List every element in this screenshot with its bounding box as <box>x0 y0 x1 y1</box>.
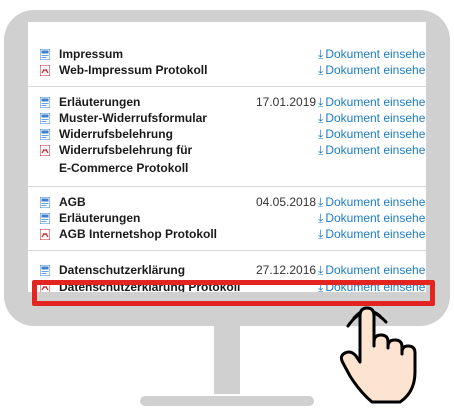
document-title-line2: E-Commerce Protokoll <box>59 161 189 175</box>
view-document-link[interactable]: ⤓ Dokument einsehen <box>318 94 426 111</box>
view-document-link[interactable]: ⤓ Dokument einsehen <box>318 226 426 243</box>
document-title: Web-Impressum Protokoll <box>59 63 208 77</box>
list-item: Impressum ⤓ Dokument einsehen <box>28 46 426 63</box>
document-title: Datenschutzerklärung <box>59 263 186 277</box>
pdf-icon <box>40 65 50 76</box>
pdf-icon <box>40 229 50 240</box>
view-document-link[interactable]: ⤓ Dokument einsehen <box>318 110 426 127</box>
document-title: Erläuterungen <box>59 211 141 225</box>
download-icon: ⤓ <box>318 111 324 125</box>
download-icon: ⤓ <box>318 211 324 225</box>
download-icon: ⤓ <box>318 127 324 141</box>
document-date: 17.01.2019 <box>256 95 317 109</box>
list-item: Widerrufsbelehrung für ⤓ Dokument einsehe… <box>28 142 426 159</box>
list-item: AGB 04.05.2018 ⤓ Dokument einsehen <box>28 194 426 211</box>
view-document-link[interactable]: ⤓ Dokument einsehen <box>318 210 426 227</box>
list-item: Muster-Widerrufsformular ⤓ Dokument einse… <box>28 110 426 127</box>
pdf-icon <box>40 145 50 156</box>
list-item: Datenschutzerklärung 27.12.2016 ⤓ Dokumen… <box>28 262 426 279</box>
web-doc-icon <box>40 97 50 108</box>
pointing-hand-icon <box>338 302 420 406</box>
view-document-link[interactable]: ⤓ Dokument einsehen <box>318 194 426 211</box>
document-date: 04.05.2018 <box>256 195 317 209</box>
list-item: Widerrufsbelehrung ⤓ Dokument einsehen <box>28 126 426 143</box>
download-icon: ⤓ <box>318 95 324 109</box>
document-title: AGB Internetshop Protokoll <box>59 227 218 241</box>
view-document-link[interactable]: ⤓ Dokument einsehen <box>318 142 426 159</box>
download-icon: ⤓ <box>318 47 324 61</box>
document-title: Widerrufsbelehrung <box>59 127 173 141</box>
web-doc-icon <box>40 113 50 124</box>
web-doc-icon <box>40 213 50 224</box>
document-title: Impressum <box>59 47 124 61</box>
download-icon: ⤓ <box>318 195 324 209</box>
view-document-link[interactable]: ⤓ Dokument einsehen <box>318 46 426 63</box>
document-list: Impressum ⤓ Dokument einsehen Web-Impress… <box>28 22 426 292</box>
document-title: AGB <box>59 195 86 209</box>
document-date: 27.12.2016 <box>256 263 317 277</box>
document-title: Widerrufsbelehrung für <box>59 143 193 157</box>
list-item: Erläuterungen ⤓ Dokument einsehen <box>28 210 426 227</box>
download-icon: ⤓ <box>318 227 324 241</box>
web-doc-icon <box>40 265 50 276</box>
list-item: Erläuterungen 17.01.2019 ⤓ Dokument einse… <box>28 94 426 111</box>
download-icon: ⤓ <box>318 63 324 77</box>
list-item: AGB Internetshop Protokoll ⤓ Dokument ein… <box>28 226 426 243</box>
document-title: Erläuterungen <box>59 95 141 109</box>
download-icon: ⤓ <box>318 263 324 277</box>
view-document-link[interactable]: ⤓ Dokument einsehen <box>318 262 426 279</box>
web-doc-icon <box>40 197 50 208</box>
separator <box>28 250 426 251</box>
list-item: Web-Impressum Protokoll ⤓ Dokument einseh… <box>28 62 426 79</box>
monitor-stand-base <box>140 396 314 406</box>
list-item-continuation: E-Commerce Protokoll <box>28 160 426 177</box>
web-doc-icon <box>40 49 50 60</box>
download-icon: ⤓ <box>318 143 324 157</box>
document-title: Muster-Widerrufsformular <box>59 111 207 125</box>
view-document-link[interactable]: ⤓ Dokument einsehen <box>318 62 426 79</box>
separator <box>28 186 426 187</box>
monitor-stand-neck <box>214 326 240 394</box>
view-document-link[interactable]: ⤓ Dokument einsehen <box>318 126 426 143</box>
separator <box>28 86 426 87</box>
web-doc-icon <box>40 129 50 140</box>
